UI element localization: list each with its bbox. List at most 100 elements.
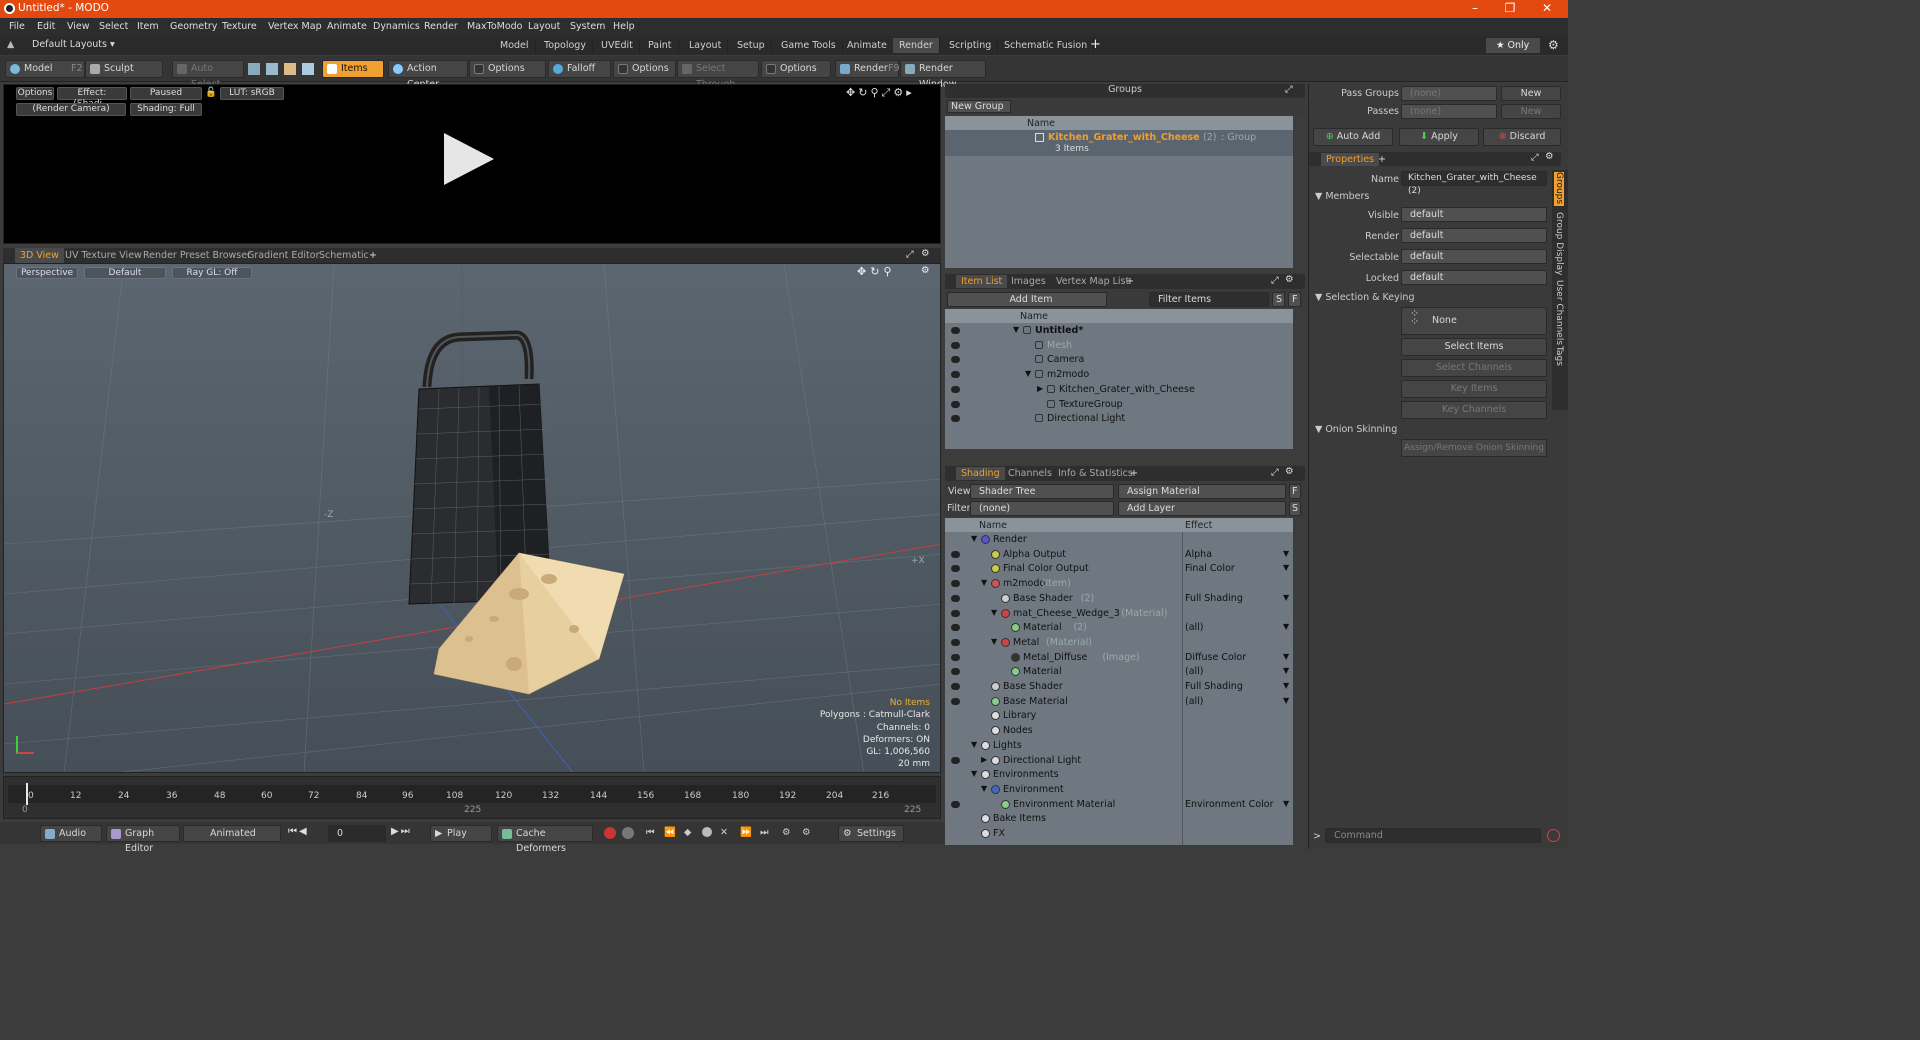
visibility-eye-icon[interactable] [951,385,960,393]
visibility-eye-icon[interactable] [951,341,960,349]
expand-arrow-icon[interactable]: ▼ [991,637,997,646]
delete-key-icon[interactable]: ✕ [720,827,728,838]
filter-items-input[interactable]: Filter Items [1149,292,1269,307]
graph-editor-button[interactable]: Graph Editor [106,825,180,854]
polygon-mode-icon[interactable] [284,63,296,75]
shader-tree-row[interactable]: Bake Items [945,812,1293,827]
gear-icon[interactable]: ⚙ [921,265,930,276]
model-mode-button[interactable]: Model F2 [5,60,85,78]
passes-dropdown[interactable]: (none) [1401,104,1497,119]
visibility-eye-icon[interactable] [951,565,960,573]
action-center-options-button[interactable]: Options [469,60,546,78]
step-back-icon[interactable]: ◀ [299,826,309,837]
menu-file[interactable]: File [9,21,25,32]
side-tab-tags[interactable]: Tags [1554,346,1564,366]
shader-tree-row[interactable]: ▼ Environment [945,783,1293,798]
tab-render-preset-browser[interactable]: Render Preset Browser [138,248,256,263]
gear-icon[interactable]: ⚙ [893,86,906,99]
render-camera-dropdown[interactable]: (Render Camera) [16,103,126,116]
menu-item[interactable]: Item [137,21,159,32]
visibility-eye-icon[interactable] [951,371,960,379]
maximize-button[interactable]: ❐ [1493,0,1527,18]
material-mode-icon[interactable] [302,63,314,75]
zoom-icon[interactable]: ⚲ [883,265,895,278]
menu-layout[interactable]: Layout [528,21,560,32]
layer-effect[interactable]: Final Color [1185,563,1235,574]
shading-dropdown[interactable]: Shading: Full [130,103,202,116]
menu-dynamics[interactable]: Dynamics [373,21,420,32]
add-tab-icon[interactable]: + [1125,467,1143,480]
item-list-row[interactable]: Mesh [945,339,1293,354]
menu-render[interactable]: Render [424,21,458,32]
menu-texture[interactable]: Texture [222,21,257,32]
render-dropdown[interactable]: default [1401,228,1547,243]
play-icon[interactable] [444,133,494,185]
visibility-eye-icon[interactable] [951,400,960,408]
visibility-eye-icon[interactable] [951,609,960,617]
layer-effect[interactable]: Full Shading [1185,681,1243,692]
visibility-eye-icon[interactable] [951,683,960,690]
effect-dropdown-arrow-icon[interactable]: ▼ [1283,622,1289,631]
shader-tree-row[interactable]: ▼ mat_Cheese_Wedge_3 (Material) [945,607,1293,622]
expand-arrow-icon[interactable]: ▼ [981,578,987,587]
maximize-icon[interactable]: ⤢ [882,86,894,99]
shader-tree-row[interactable]: ▼ Lights [945,739,1293,754]
visibility-eye-icon[interactable] [951,697,960,705]
move-icon[interactable]: ✥ [857,265,870,278]
items-mode-button[interactable]: Items [322,60,384,78]
new-pass-button[interactable]: New [1501,104,1561,119]
filter-dropdown[interactable]: (none) [970,501,1114,516]
layer-effect[interactable]: Full Shading [1185,593,1243,604]
lock-icon[interactable]: 🔓 [205,87,217,98]
effect-dropdown-arrow-icon[interactable]: ▼ [1283,666,1289,675]
animated-dropdown[interactable]: Animated [183,825,281,842]
auto-select-button[interactable]: Auto Select [172,60,244,90]
none-selection-button[interactable]: ⁘ ⁘ None [1401,307,1547,335]
expand-arrow-icon[interactable]: ▼ [991,608,997,617]
effect-dropdown-arrow-icon[interactable]: ▼ [1283,681,1289,690]
pass-groups-dropdown[interactable]: (none) [1401,86,1497,101]
select-through-options-button[interactable]: Options [761,60,831,78]
first-key-icon[interactable]: ⏮ [646,827,655,838]
zoom-icon[interactable]: ⚲ [870,86,881,99]
expand-arrow-icon[interactable]: ▶ [1037,384,1043,393]
minimize-button[interactable]: – [1458,0,1492,18]
members-section-header[interactable]: ▼ Members [1315,191,1369,202]
visibility-eye-icon[interactable] [951,653,960,661]
tab-schematic-fusion[interactable]: Schematic Fusion [998,38,1095,53]
layer-effect[interactable]: Environment Color [1185,799,1273,810]
effect-dropdown-arrow-icon[interactable]: ▼ [1283,563,1289,572]
key-options-icon[interactable]: ⚙ [782,827,791,838]
expand-arrow-icon[interactable]: ▼ [971,769,977,778]
assign-onion-skinning-button[interactable]: Assign/Remove Onion Skinning [1401,439,1547,457]
shader-tree-row[interactable]: Base Material (all) ▼ [945,695,1293,710]
discard-button[interactable]: ⊗ Discard [1483,128,1561,146]
layer-effect[interactable]: Alpha [1185,549,1212,560]
shader-tree-row[interactable]: Base Shader Full Shading ▼ [945,680,1293,695]
key-icon[interactable]: ◆ [684,827,691,838]
shader-tree-row[interactable]: ▼ Environments [945,768,1293,783]
expand-arrow-icon[interactable]: ▼ [971,534,977,543]
settings-button[interactable]: ⚙ Settings [838,825,904,842]
frame-field[interactable]: 0 [328,825,386,842]
skip-to-start-icon[interactable]: ⏮ [288,826,299,837]
rotate-icon[interactable]: ↻ [858,86,870,99]
layer-effect[interactable]: Diffuse Color [1185,652,1246,663]
select-through-button[interactable]: Select Through [677,60,759,90]
tab-uv-texture-view[interactable]: UV Texture View [60,248,147,263]
falloff-button[interactable]: Falloff [548,60,611,78]
step-forward-icon[interactable]: ▶ [391,826,401,837]
tab-images[interactable]: Images [1006,275,1051,288]
item-list-row[interactable]: TextureGroup [945,398,1293,413]
shader-tree-row[interactable]: Library [945,709,1293,724]
maximize-icon[interactable]: ⤢ [1285,84,1293,95]
locked-dropdown[interactable]: default [1401,270,1547,285]
shading-f-button[interactable]: F [1289,484,1301,499]
default-layouts-dropdown[interactable]: Default Layouts ▾ [32,39,115,50]
visibility-eye-icon[interactable] [951,638,960,646]
maximize-icon[interactable]: ⤢ [1271,275,1279,286]
apply-button[interactable]: ⬇ Apply [1399,128,1479,146]
item-list-row[interactable]: ▼ Untitled* [945,324,1293,339]
tab-scripting[interactable]: Scripting [943,38,999,53]
only-toggle[interactable]: ★ Only [1486,38,1540,53]
